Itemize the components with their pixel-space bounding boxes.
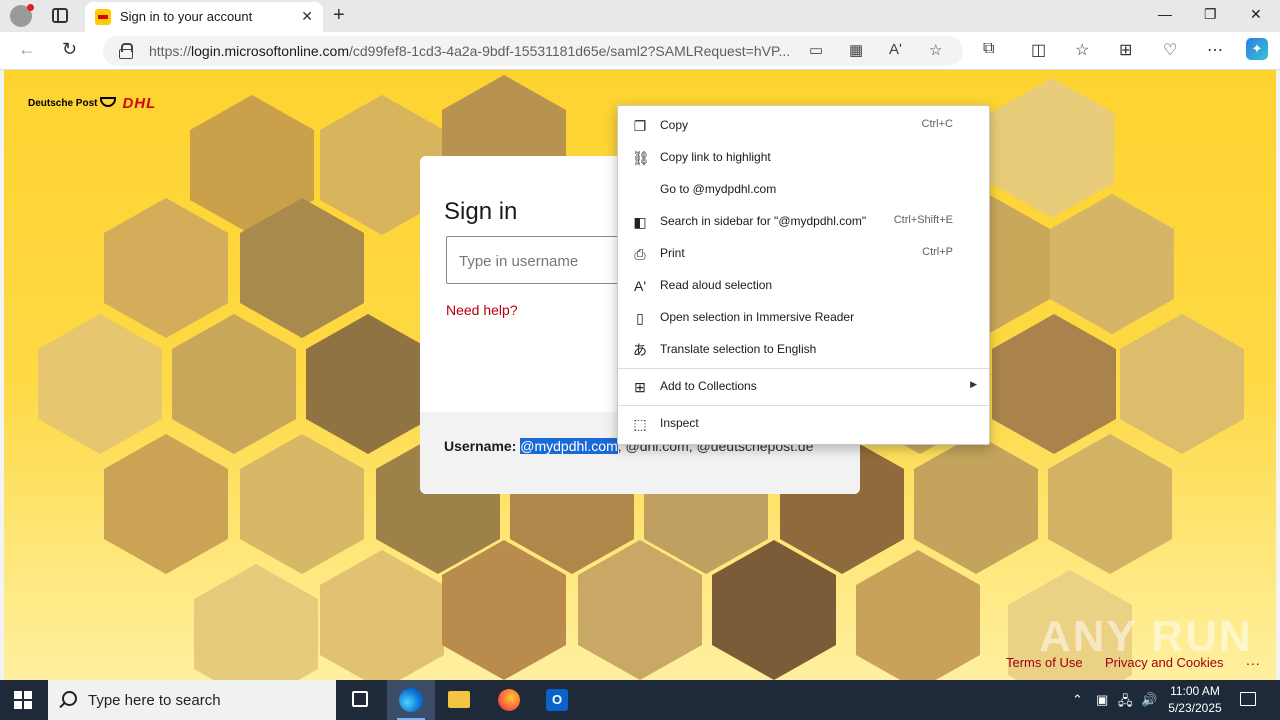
photo-tile: [990, 78, 1114, 218]
clock[interactable]: 11:00 AM 5/23/2025: [1160, 683, 1230, 717]
favorites-icon[interactable]: ☆: [1075, 40, 1089, 60]
taskbar-search[interactable]: Type here to search: [48, 680, 336, 720]
tab-active[interactable]: Sign in to your account ✕: [85, 2, 323, 32]
photo-tile: [712, 540, 836, 680]
device-icon[interactable]: ▣: [1096, 692, 1108, 708]
photo-tile: [856, 550, 980, 680]
photo-tile: [914, 434, 1038, 574]
browser-toolbar: ← ↻ https://login.microsoftonline.com/cd…: [0, 32, 1280, 70]
tab-bar: Sign in to your account ✕ + — ❐ ✕: [0, 0, 1280, 32]
close-window-icon[interactable]: ✕: [1250, 6, 1262, 23]
photo-tile: [306, 314, 430, 454]
volume-icon[interactable]: 🔊: [1141, 692, 1157, 708]
new-tab-icon[interactable]: +: [333, 4, 345, 27]
photo-tile: [104, 434, 228, 574]
menu-item-read-aloud[interactable]: Aʹ Read aloud selection: [618, 270, 989, 302]
photo-tile: [320, 550, 444, 680]
edge-taskbar-icon[interactable]: [387, 680, 435, 720]
app-available-icon[interactable]: ▭: [809, 41, 823, 59]
collections-icon[interactable]: ⊞: [1119, 40, 1132, 60]
windows-start-icon[interactable]: [14, 691, 32, 709]
photo-tile: [172, 314, 296, 454]
photo-tile: [38, 314, 162, 454]
read-aloud-icon: Aʹ: [633, 278, 646, 294]
restore-icon[interactable]: ❐: [1204, 6, 1217, 23]
show-hidden-icons-icon[interactable]: ⌃: [1072, 692, 1083, 708]
tab-title: Sign in to your account: [120, 9, 253, 24]
lock-icon[interactable]: [119, 43, 133, 59]
post-horn-icon: [100, 97, 117, 107]
more-links-button[interactable]: ...: [1246, 652, 1261, 668]
immersive-reader-icon: ▯: [636, 310, 644, 326]
address-bar[interactable]: https://login.microsoftonline.com/cd99fe…: [103, 36, 963, 66]
browser-essentials-icon[interactable]: ♡: [1163, 40, 1177, 60]
menu-item-go-to[interactable]: Go to @mydpdhl.com: [618, 174, 989, 206]
refresh-icon[interactable]: ↻: [62, 39, 77, 60]
extensions-icon[interactable]: ⧉: [983, 40, 994, 58]
deutsche-post-dhl-logo: Deutsche Post DHL: [28, 95, 157, 112]
print-icon: ⎙: [634, 246, 646, 262]
url-text[interactable]: https://login.microsoftonline.com/cd99fe…: [149, 43, 790, 59]
search-icon: [62, 691, 77, 706]
menu-item-translate[interactable]: あ Translate selection to English: [618, 334, 989, 366]
taskbar: Type here to search O ⌃ ▣ 🖧 🔊 11:00 AM 5…: [0, 680, 1280, 720]
menu-item-search-sidebar[interactable]: ◧ Search in sidebar for "@mydpdhl.com" C…: [618, 206, 989, 238]
sidebar-search-icon: ◧: [633, 214, 647, 230]
firefox-icon[interactable]: [485, 680, 533, 720]
dhl-favicon-icon: [95, 9, 111, 25]
tab-actions-icon[interactable]: [52, 8, 68, 23]
extensions-grid-icon[interactable]: ▦: [849, 41, 863, 59]
favorite-star-icon[interactable]: ☆: [929, 41, 942, 59]
photo-tile: [240, 434, 364, 574]
task-view-icon[interactable]: [336, 680, 384, 720]
file-explorer-icon[interactable]: [435, 680, 483, 720]
privacy-cookies-link[interactable]: Privacy and Cookies: [1105, 655, 1224, 670]
menu-item-copy[interactable]: ❐ Copy Ctrl+C: [618, 110, 989, 142]
inspect-icon: ⬚: [633, 416, 647, 432]
terms-of-use-link[interactable]: Terms of Use: [1006, 655, 1083, 670]
sign-in-title: Sign in: [444, 198, 518, 225]
more-options-icon[interactable]: ⋯: [1207, 40, 1223, 60]
photo-tile: [1048, 434, 1172, 574]
collections-icon: ⊞: [634, 379, 646, 395]
menu-item-print[interactable]: ⎙ Print Ctrl+P: [618, 238, 989, 270]
photo-tile: [1120, 314, 1244, 454]
minimize-icon[interactable]: —: [1158, 6, 1172, 22]
username-placeholder: Type in username: [459, 253, 579, 270]
context-menu: ❐ Copy Ctrl+C ⛓ Copy link to highlight G…: [617, 105, 990, 445]
tab-close-icon[interactable]: ✕: [301, 8, 313, 25]
menu-item-inspect[interactable]: ⬚ Inspect: [618, 408, 989, 440]
menu-item-copy-link-highlight[interactable]: ⛓ Copy link to highlight: [618, 142, 989, 174]
copy-icon: ❐: [633, 118, 647, 134]
link-highlight-icon: ⛓: [632, 150, 650, 166]
photo-tile: [1050, 194, 1174, 334]
read-aloud-icon[interactable]: Aʹ: [889, 41, 902, 58]
menu-separator: [618, 368, 989, 369]
notifications-icon[interactable]: [1240, 692, 1256, 706]
back-icon[interactable]: ←: [18, 39, 36, 60]
photo-tile: [104, 198, 228, 338]
need-help-link[interactable]: Need help?: [446, 302, 518, 318]
outlook-icon[interactable]: O: [533, 680, 581, 720]
menu-item-immersive-reader[interactable]: ▯ Open selection in Immersive Reader: [618, 302, 989, 334]
network-icon[interactable]: 🖧: [1118, 692, 1133, 714]
translate-icon: あ: [633, 342, 647, 358]
selected-text[interactable]: @mydpdhl.com: [520, 438, 618, 454]
copilot-icon[interactable]: ✦: [1246, 38, 1268, 60]
menu-item-add-to-collections[interactable]: ⊞ Add to Collections ▶: [618, 371, 989, 403]
menu-separator: [618, 405, 989, 406]
photo-tile: [992, 314, 1116, 454]
photo-tile: [194, 564, 318, 680]
split-screen-icon[interactable]: ◫: [1031, 40, 1046, 60]
profile-avatar[interactable]: [10, 4, 34, 27]
submenu-arrow-icon: ▶: [970, 379, 977, 389]
